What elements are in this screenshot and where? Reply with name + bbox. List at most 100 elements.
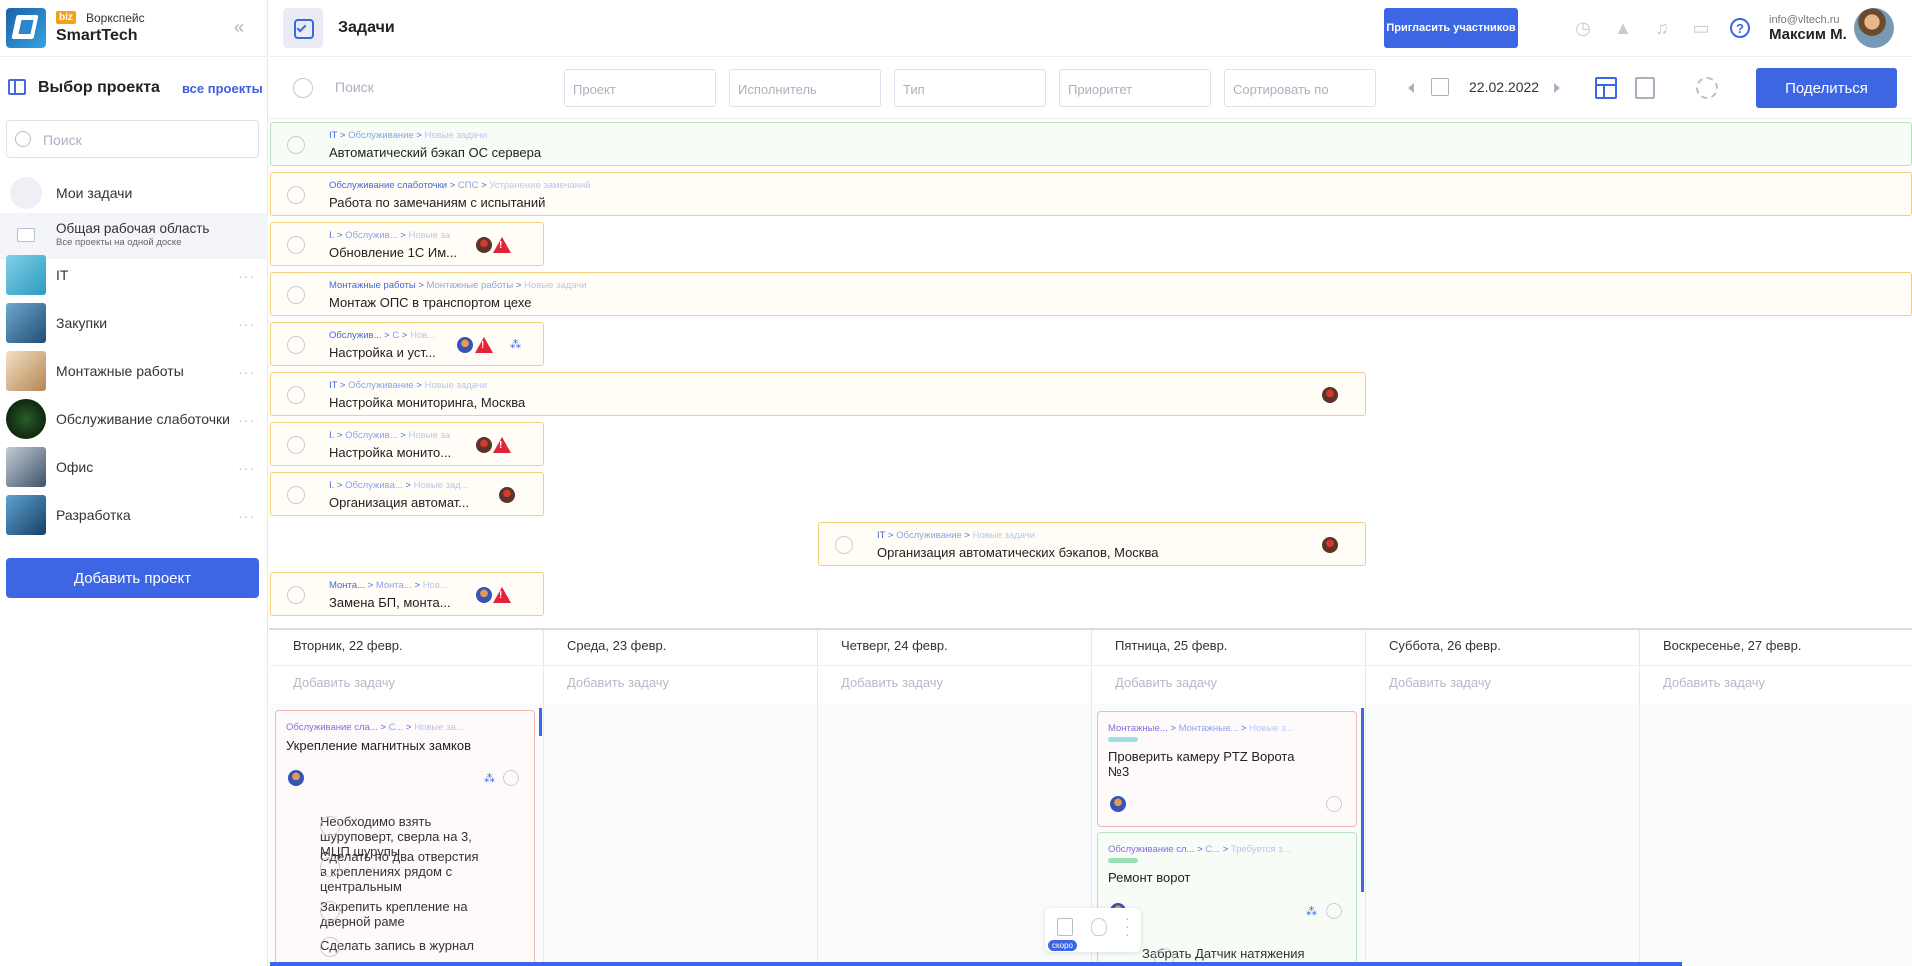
board-view-icon[interactable] (1595, 77, 1617, 99)
task-search-input[interactable]: Поиск (335, 79, 374, 95)
complete-task-icon[interactable] (287, 236, 305, 254)
workspace-header[interactable]: biz Воркспейс SmartTech « (0, 0, 268, 57)
add-task-input[interactable]: Добавить задачу (293, 675, 395, 690)
task-title: Автоматический бэкап ОС сервера (329, 145, 542, 160)
trash-icon[interactable] (1057, 918, 1073, 936)
user-avatar[interactable] (1854, 8, 1894, 48)
stopwatch-icon[interactable]: ◷ (1572, 17, 1594, 39)
subtasks-icon[interactable]: ⁂ (1306, 906, 1318, 918)
sidebar-item-development[interactable]: Разработка ··· (0, 491, 268, 537)
task-bar[interactable]: IT > Обслуживание > Новые задачи Настрой… (270, 372, 1366, 416)
search-icon (15, 131, 31, 147)
type-filter[interactable]: Тип (894, 69, 1046, 107)
assignee-avatar[interactable] (288, 770, 304, 786)
add-task-input[interactable]: Добавить задачу (841, 675, 943, 690)
sidebar-item-installation[interactable]: Монтажные работы ··· (0, 347, 268, 393)
more-options-icon[interactable]: ··· (238, 316, 255, 332)
complete-task-icon[interactable] (287, 336, 305, 354)
assignee-avatar[interactable] (499, 487, 515, 503)
prev-date-icon[interactable] (1408, 83, 1414, 93)
sidebar-item-it[interactable]: IT ··· (0, 251, 268, 297)
subtasks-icon[interactable]: ⁂ (510, 339, 522, 351)
assignee-avatar[interactable] (1322, 537, 1338, 553)
subtask-item[interactable]: Закрепить крепление на дверной раме (286, 899, 486, 929)
soon-badge: скоро (1048, 940, 1077, 951)
help-icon[interactable]: ? (1730, 18, 1750, 38)
add-task-input[interactable]: Добавить задачу (1663, 675, 1765, 690)
task-card[interactable]: Монтажные... > Монтажные... > Новые з...… (1097, 711, 1357, 827)
task-bar[interactable]: IT > Обслуживание > Новые задачи Автомат… (270, 122, 1912, 166)
share-button[interactable]: Поделиться (1756, 68, 1897, 108)
subtasks-icon[interactable]: ⁂ (484, 773, 496, 785)
assignee-avatar[interactable] (476, 237, 492, 253)
subtask-check-icon[interactable] (320, 901, 340, 921)
task-bar[interactable]: Обслуживание слаботочки > СПС > Устранен… (270, 172, 1912, 216)
complete-task-icon[interactable] (287, 386, 305, 404)
all-projects-link[interactable]: все проекты (182, 81, 263, 96)
next-date-icon[interactable] (1554, 83, 1560, 93)
priority-filter[interactable]: Приоритет (1059, 69, 1211, 107)
complete-task-icon[interactable] (1326, 796, 1342, 812)
more-options-icon[interactable]: ··· (238, 364, 255, 380)
assignee-avatar[interactable] (457, 337, 473, 353)
task-bar[interactable]: IT > Обслуживание > Новые задачи Организ… (818, 522, 1366, 566)
task-bar[interactable]: Обслужив... > С > Нов... Настройка и уст… (270, 322, 544, 366)
sidebar-item-office[interactable]: Офис ··· (0, 443, 268, 489)
complete-task-icon[interactable] (1326, 903, 1342, 919)
horizontal-scrollbar[interactable] (270, 962, 1682, 966)
project-filter[interactable]: Проект (564, 69, 716, 107)
more-vertical-icon[interactable]: · · · (1125, 911, 1131, 941)
task-bar[interactable]: Монтажные работы > Монтажные работы > Но… (270, 272, 1912, 316)
list-view-icon[interactable] (1635, 77, 1655, 99)
subtask-item[interactable]: Сделать по два отверстия в креплениях ря… (286, 849, 486, 894)
bell-icon[interactable]: ♫ (1651, 17, 1673, 39)
sidebar-item-low-current[interactable]: Обслуживание слаботочки ··· (0, 395, 268, 441)
add-task-input[interactable]: Добавить задачу (567, 675, 669, 690)
collapse-sidebar-icon[interactable]: « (234, 17, 244, 38)
project-search-input[interactable]: Поиск (6, 120, 259, 158)
complete-task-icon[interactable] (287, 136, 305, 154)
subtask-item[interactable]: Сделать запись в журнал (286, 937, 486, 957)
more-options-icon[interactable]: ··· (238, 508, 255, 524)
complete-task-icon[interactable] (287, 436, 305, 454)
subtask-check-icon[interactable] (320, 816, 340, 836)
chat-icon[interactable]: ▭ (1690, 17, 1712, 39)
assignee-filter[interactable]: Исполнитель (729, 69, 881, 107)
task-title: Ремонт ворот (1108, 870, 1191, 885)
task-bar[interactable]: Монта... > Монта... > Нов... Замена БП, … (270, 572, 544, 616)
rocket-icon[interactable]: ▲ (1612, 17, 1634, 39)
complete-task-icon[interactable] (503, 770, 519, 786)
settings-icon[interactable] (1696, 77, 1718, 99)
subtask-check-icon[interactable] (320, 857, 340, 877)
assignee-avatar[interactable] (476, 437, 492, 453)
sidebar-item-my-tasks[interactable]: Мои задачи (0, 170, 268, 216)
task-bar[interactable]: I. > Обслужив... > Новые за Настройка мо… (270, 422, 544, 466)
more-options-icon[interactable]: ··· (238, 460, 255, 476)
complete-task-icon[interactable] (835, 536, 853, 554)
complete-task-icon[interactable] (287, 586, 305, 604)
complete-task-icon[interactable] (287, 286, 305, 304)
invite-members-button[interactable]: Пригласить участников (1384, 8, 1518, 48)
add-project-button[interactable]: Добавить проект (6, 558, 259, 598)
add-task-input[interactable]: Добавить задачу (1115, 675, 1217, 690)
assignee-avatar[interactable] (1322, 387, 1338, 403)
sidebar-item-purchases[interactable]: Закупки ··· (0, 299, 268, 345)
warning-icon (493, 237, 511, 253)
calendar-icon[interactable] (1431, 78, 1449, 96)
lightbulb-icon[interactable] (1091, 918, 1107, 936)
add-task-input[interactable]: Добавить задачу (1389, 675, 1491, 690)
assignee-avatar[interactable] (1110, 796, 1126, 812)
subtask-check-icon[interactable] (320, 937, 340, 957)
complete-task-icon[interactable] (287, 486, 305, 504)
current-date[interactable]: 22.02.2022 (1469, 79, 1539, 95)
complete-task-icon[interactable] (287, 186, 305, 204)
sort-filter[interactable]: Сортировать по (1224, 69, 1376, 107)
more-options-icon[interactable]: ··· (238, 268, 255, 284)
task-title: Настройка и уст... (329, 345, 436, 360)
task-bar[interactable]: I. > Обслужива... > Новые зад... Организ… (270, 472, 544, 516)
task-card[interactable]: Обслуживание сла... > С... > Новые за...… (275, 710, 535, 966)
task-bar[interactable]: I. > Обслужив... > Новые за Обновление 1… (270, 222, 544, 266)
assignee-avatar[interactable] (476, 587, 492, 603)
user-name[interactable]: Максим М. (1769, 26, 1847, 43)
more-options-icon[interactable]: ··· (238, 412, 255, 428)
